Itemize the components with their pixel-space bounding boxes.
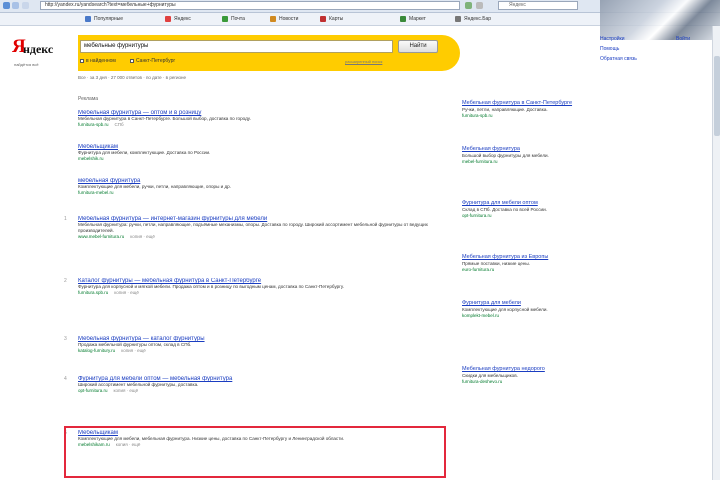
ad-title[interactable]: Фурнитура для мебели оптом: [462, 200, 612, 207]
search-filters[interactable]: Все · за 3 дня · 27 000 ответов · по дат…: [78, 75, 186, 80]
result-url[interactable]: katalog-furnitury.ru копия · ещё: [78, 348, 440, 353]
ad-url[interactable]: opt-furnitura.ru: [462, 213, 612, 218]
logo-tagline: найдётся всё: [14, 62, 39, 67]
ad-block: Фурнитура для мебели Комплектующие для к…: [462, 300, 612, 318]
bookmark-item[interactable]: Яндекс.Бар: [455, 15, 491, 23]
forward-icon[interactable]: [12, 2, 19, 9]
result-number: 3: [64, 336, 67, 342]
result-url[interactable]: www.mebel-furnitura.ru копия · ещё: [78, 234, 440, 239]
ad-title[interactable]: Мебельная фурнитура: [462, 146, 612, 153]
search-result: Мебельщикам Фурнитура для мебели, компле…: [78, 144, 440, 161]
ad-block: Мебельная фурнитура недорого Скидки для …: [462, 366, 612, 384]
result-snippet: Мебельная фурнитура: ручки, петли, напра…: [78, 222, 428, 233]
ad-block: Мебельная фурнитура в Санкт-Петербурге Р…: [462, 100, 612, 118]
bookmark-item[interactable]: Маркет: [400, 15, 426, 23]
bookmark-item[interactable]: Почта: [222, 15, 245, 23]
ad-url[interactable]: furnitura-deshevo.ru: [462, 379, 612, 384]
bookmark-item[interactable]: Яндекс: [165, 15, 191, 23]
home-icon[interactable]: [22, 2, 29, 9]
ad-title[interactable]: Мебельная фурнитура из Европы: [462, 254, 612, 261]
logo-text: ндекс: [23, 42, 54, 56]
bookmark-item[interactable]: Популярные: [85, 15, 123, 23]
highlight-frame: [64, 426, 446, 478]
go-icon[interactable]: [465, 2, 472, 9]
result-url[interactable]: furnitura.spb.ru копия · ещё: [78, 290, 440, 295]
checkbox-icon[interactable]: [130, 59, 134, 63]
ad-title[interactable]: Мебельная фурнитура недорого: [462, 366, 612, 373]
vertical-scrollbar[interactable]: [712, 26, 720, 480]
ad-url[interactable]: euro-furnitura.ru: [462, 267, 612, 272]
bookmark-item[interactable]: Новости: [270, 15, 298, 23]
ad-title[interactable]: Мебельная фурнитура в Санкт-Петербурге: [462, 100, 612, 107]
bookmark-item[interactable]: Карты: [320, 15, 343, 23]
search-button[interactable]: Найти: [398, 40, 438, 53]
search-result: Мебельная фурнитура — интернет-магазин ф…: [78, 216, 440, 239]
decorative-corner-image: [600, 0, 720, 40]
scroll-thumb[interactable]: [714, 56, 720, 136]
result-number: 1: [64, 216, 67, 222]
ad-title[interactable]: Фурнитура для мебели: [462, 300, 612, 307]
search-input[interactable]: мебельные фурнитуры: [80, 40, 393, 53]
result-number: 2: [64, 278, 67, 284]
advanced-search-link[interactable]: расширенный поиск: [345, 59, 382, 64]
result-url[interactable]: opt-furnitura.ru копия · ещё: [78, 388, 440, 393]
search-result: Мебельная фурнитура — оптом и в розницу …: [78, 110, 440, 127]
option-city[interactable]: Санкт-Петербург: [130, 58, 175, 64]
result-url[interactable]: furnitura-spb.ru СПб: [78, 122, 440, 127]
browser-search-box[interactable]: Яндекс: [498, 1, 578, 10]
address-bar[interactable]: http://yandex.ru/yandsearch?text=мебельн…: [40, 1, 460, 10]
ad-url[interactable]: komplekt-mebel.ru: [462, 313, 612, 318]
checkbox-icon[interactable]: [80, 59, 84, 63]
search-result: Фурнитура для мебели оптом — мебельная ф…: [78, 376, 440, 393]
ad-url[interactable]: furnitura-spb.ru: [462, 113, 612, 118]
ad-block: Фурнитура для мебели оптом Склад в СПб. …: [462, 200, 612, 218]
refresh-icon[interactable]: [476, 2, 483, 9]
result-url[interactable]: furnitura-mebel.ru: [78, 190, 440, 195]
settings-link[interactable]: Настройки: [600, 36, 625, 42]
search-result: мебельная фурнитура Комплектующие для ме…: [78, 178, 440, 195]
yandex-logo[interactable]: Я ндекс: [12, 36, 72, 64]
feedback-link[interactable]: Обратная связь: [600, 56, 637, 62]
ads-header: Реклама: [78, 96, 99, 102]
login-link[interactable]: Войти: [676, 36, 690, 42]
result-url[interactable]: mebelshik.ru: [78, 156, 440, 161]
ad-block: Мебельная фурнитура из Европы Прямые пос…: [462, 254, 612, 272]
search-result: Мебельная фурнитура — каталог фурнитуры …: [78, 336, 440, 353]
result-number: 4: [64, 376, 67, 382]
option-in-found[interactable]: в найденном: [80, 58, 116, 64]
ad-block: Мебельная фурнитура Большой выбор фурнит…: [462, 146, 612, 164]
ad-url[interactable]: mebel-furnitura.ru: [462, 159, 612, 164]
help-link[interactable]: Помощь: [600, 46, 619, 52]
back-icon[interactable]: [3, 2, 10, 9]
search-result: Каталог фурнитуры — мебельная фурнитура …: [78, 278, 440, 295]
